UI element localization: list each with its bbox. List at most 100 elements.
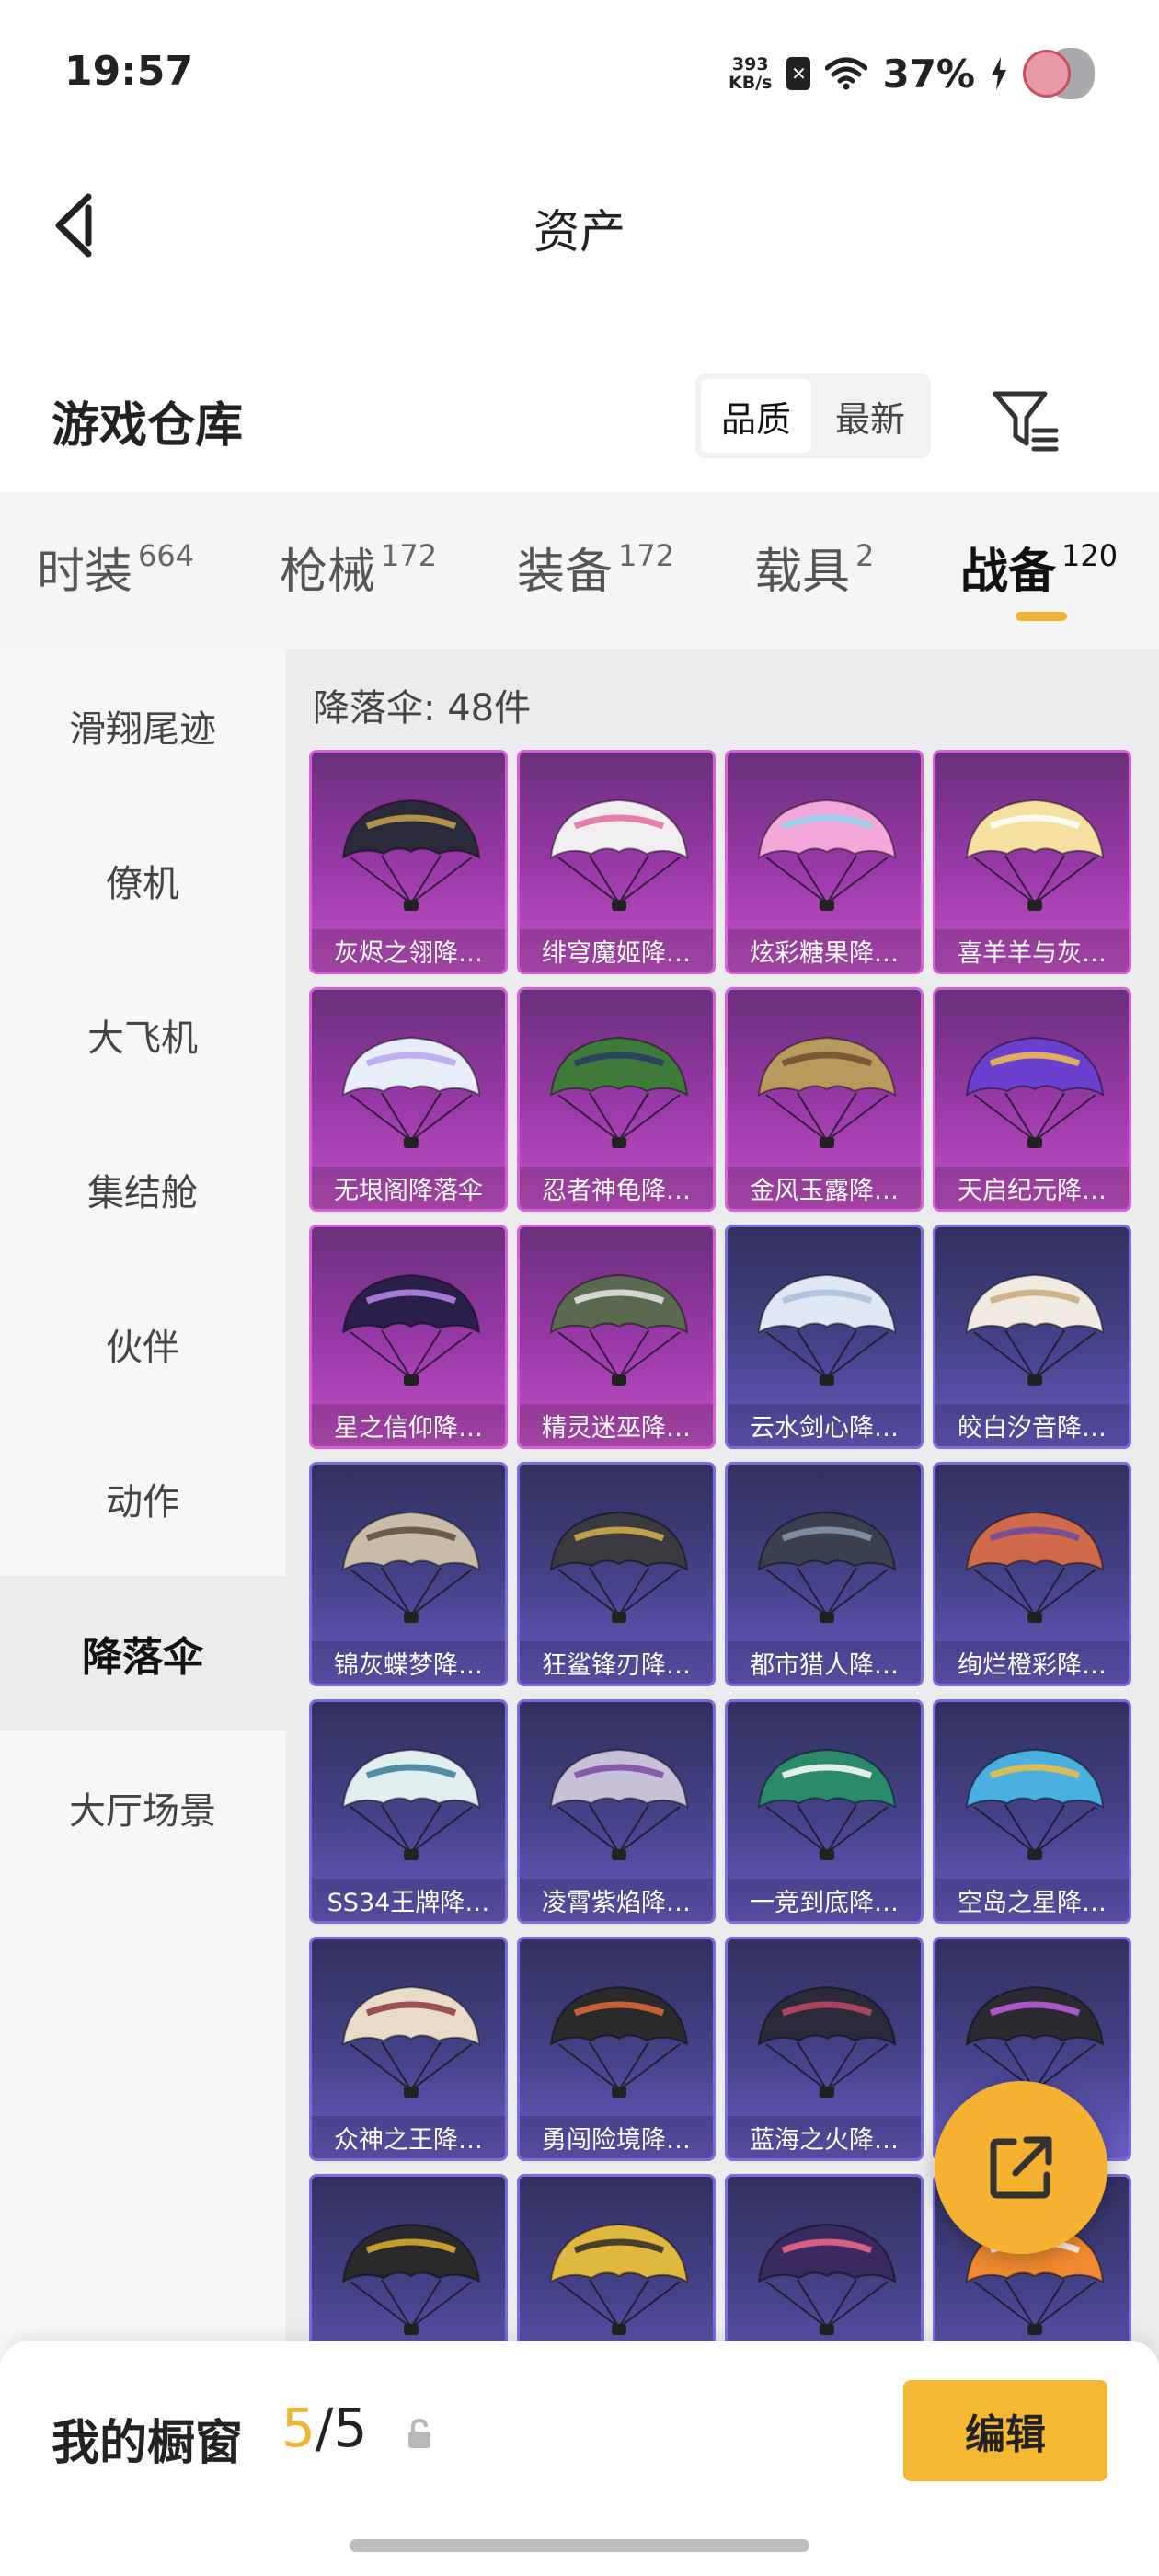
parachute-name: 勇闯险境降… xyxy=(520,2116,713,2158)
parachute-card[interactable]: 锦灰蝶梦降… xyxy=(309,1462,508,1686)
filter-icon[interactable] xyxy=(988,383,1061,456)
parachute-card[interactable]: 一竞到底降… xyxy=(725,1699,924,1924)
tab-equipment[interactable]: 装备 172 xyxy=(517,533,674,602)
parachute-card[interactable]: SS34王牌降… xyxy=(309,1699,508,1924)
parachute-card[interactable]: 狂鲨锋刃降… xyxy=(517,1462,716,1686)
parachute-name: 蓝海之火降… xyxy=(728,2116,921,2158)
sidebar-item-assembly-pod[interactable]: 集结舱 xyxy=(0,1112,285,1267)
parachute-card[interactable]: 喜羊羊与灰… xyxy=(933,750,1131,974)
subcategory-sidebar: 滑翔尾迹 僚机 大飞机 集结舱 伙伴 动作 降落伞 大厅场景 xyxy=(0,649,285,2576)
parachute-image xyxy=(341,1036,481,1148)
parachute-card[interactable]: 金风玉露降… xyxy=(725,987,924,1212)
home-indicator[interactable] xyxy=(350,2539,809,2552)
parachute-card[interactable]: 云水剑心降… xyxy=(725,1225,924,1449)
parachute-image xyxy=(341,2223,481,2335)
showcase-title: 我的橱窗 xyxy=(52,2416,244,2471)
showcase-current: 5 xyxy=(281,2397,316,2459)
parachute-name: 灰烬之翎降… xyxy=(312,929,505,972)
sidebar-item-lobby-scene[interactable]: 大厅场景 xyxy=(0,1731,285,1885)
parachute-image xyxy=(341,1748,481,1860)
wifi-icon xyxy=(825,57,868,90)
no-sim-icon: ✕ xyxy=(786,57,811,90)
parachute-image xyxy=(341,1511,481,1623)
parachute-name: 金风玉露降… xyxy=(728,1167,921,1209)
status-icons: 393 KB/s ✕ 37% xyxy=(729,46,1095,101)
category-tabs: 时装 664 枪械 172 装备 172 载具 2 战备 120 xyxy=(0,492,1159,649)
network-speed: 393 KB/s xyxy=(729,55,772,92)
sort-by-quality[interactable]: 品质 xyxy=(701,379,811,453)
parachute-card[interactable]: 绚烂橙彩降… xyxy=(933,1462,1131,1686)
tab-label: 战备 xyxy=(960,545,1057,600)
parachute-image xyxy=(549,2223,689,2335)
tab-firearms[interactable]: 枪械 172 xyxy=(280,533,437,602)
parachute-name: 一竞到底降… xyxy=(728,1879,921,1921)
parachute-image xyxy=(549,1036,689,1148)
parachute-image xyxy=(757,1748,897,1860)
network-speed-unit: KB/s xyxy=(729,73,773,93)
parachute-image xyxy=(341,1273,481,1386)
parachute-card[interactable]: 灰烬之翎降… xyxy=(309,750,508,974)
parachute-name: 绚烂橙彩降… xyxy=(935,1641,1129,1684)
parachute-image xyxy=(757,2223,897,2335)
parachute-card[interactable]: 众神之王降… xyxy=(309,1937,508,2161)
sidebar-item-partner[interactable]: 伙伴 xyxy=(0,1267,285,1421)
tab-combat-gear[interactable]: 战备 120 xyxy=(960,533,1118,602)
sidebar-item-parachute[interactable]: 降落伞 xyxy=(0,1576,285,1731)
sort-by-newest[interactable]: 最新 xyxy=(815,379,925,453)
share-button[interactable] xyxy=(935,2081,1107,2254)
item-list-panel: 降落伞: 48件 灰烬之翎降… 绯穹魔姬降… 炫彩糖果降… 喜羊羊与灰… 无垠阁降落伞忍… xyxy=(285,649,1159,2576)
parachute-card[interactable]: 天启纪元降… xyxy=(933,987,1131,1212)
parachute-image xyxy=(757,799,897,911)
parachute-name: 空岛之星降… xyxy=(935,1879,1129,1921)
showcase-count: 5/5 xyxy=(281,2397,367,2459)
parachute-card[interactable]: 空岛之星降… xyxy=(933,1699,1131,1924)
battery-level: 37% xyxy=(882,51,975,97)
sidebar-item-big-plane[interactable]: 大飞机 xyxy=(0,958,285,1112)
tab-label: 装备 xyxy=(517,545,614,600)
active-tab-indicator xyxy=(1016,612,1067,621)
parachute-image xyxy=(549,1748,689,1860)
parachute-card[interactable]: 绯穹魔姬降… xyxy=(517,750,716,974)
parachute-name: 云水剑心降… xyxy=(728,1404,921,1446)
warehouse-bar: 游戏仓库 品质 最新 xyxy=(0,359,1159,478)
parachute-card[interactable]: 都市猎人降… xyxy=(725,1462,924,1686)
parachute-card[interactable]: 凌霄紫焰降… xyxy=(517,1699,716,1924)
share-icon xyxy=(990,2136,1052,2199)
tab-count: 172 xyxy=(381,537,438,573)
parachute-card[interactable]: 忍者神龟降… xyxy=(517,987,716,1212)
parachute-image xyxy=(757,1036,897,1148)
parachute-image xyxy=(965,799,1105,911)
tab-count: 172 xyxy=(618,537,675,573)
parachute-card[interactable]: 皎白汐音降… xyxy=(933,1225,1131,1449)
parachute-card[interactable]: 蓝海之火降… xyxy=(725,1937,924,2161)
parachute-card[interactable]: 炫彩糖果降… xyxy=(725,750,924,974)
status-time: 19:57 xyxy=(64,48,194,95)
parachute-card[interactable]: 无垠阁降落伞 xyxy=(309,987,508,1212)
parachute-image xyxy=(757,1985,897,2098)
tab-fashion[interactable]: 时装 664 xyxy=(37,533,194,602)
tab-count: 120 xyxy=(1061,537,1119,573)
parachute-card[interactable]: 勇闯险境降… xyxy=(517,1937,716,2161)
tab-vehicles[interactable]: 载具 2 xyxy=(754,533,874,602)
parachute-image xyxy=(965,1273,1105,1386)
tab-label: 载具 xyxy=(754,545,851,600)
sidebar-item-emote[interactable]: 动作 xyxy=(0,1421,285,1576)
parachute-name: 凌霄紫焰降… xyxy=(520,1879,713,1921)
parachute-image xyxy=(965,1036,1105,1148)
sidebar-item-glide-trail[interactable]: 滑翔尾迹 xyxy=(0,649,285,803)
parachute-card[interactable]: 星之信仰降… xyxy=(309,1225,508,1449)
parachute-name: 狂鲨锋刃降… xyxy=(520,1641,713,1684)
page-title: 资产 xyxy=(534,205,625,259)
parachute-image xyxy=(965,1511,1105,1623)
network-speed-value: 393 xyxy=(731,54,769,75)
parachute-card[interactable]: 精灵迷巫降… xyxy=(517,1225,716,1449)
avatar xyxy=(1023,46,1095,101)
sort-toggle: 品质 最新 xyxy=(695,374,931,458)
sidebar-item-wingman[interactable]: 僚机 xyxy=(0,803,285,958)
lock-icon xyxy=(408,2418,430,2448)
edit-button[interactable]: 编辑 xyxy=(903,2380,1107,2481)
app-header: 资产 xyxy=(0,147,1159,304)
tab-count: 2 xyxy=(855,537,875,573)
assets-screen: 19:57 393 KB/s ✕ 37% 资产 游戏仓库 品质 最新 时装 66… xyxy=(0,0,1159,2576)
parachute-name: SS34王牌降… xyxy=(312,1879,505,1921)
